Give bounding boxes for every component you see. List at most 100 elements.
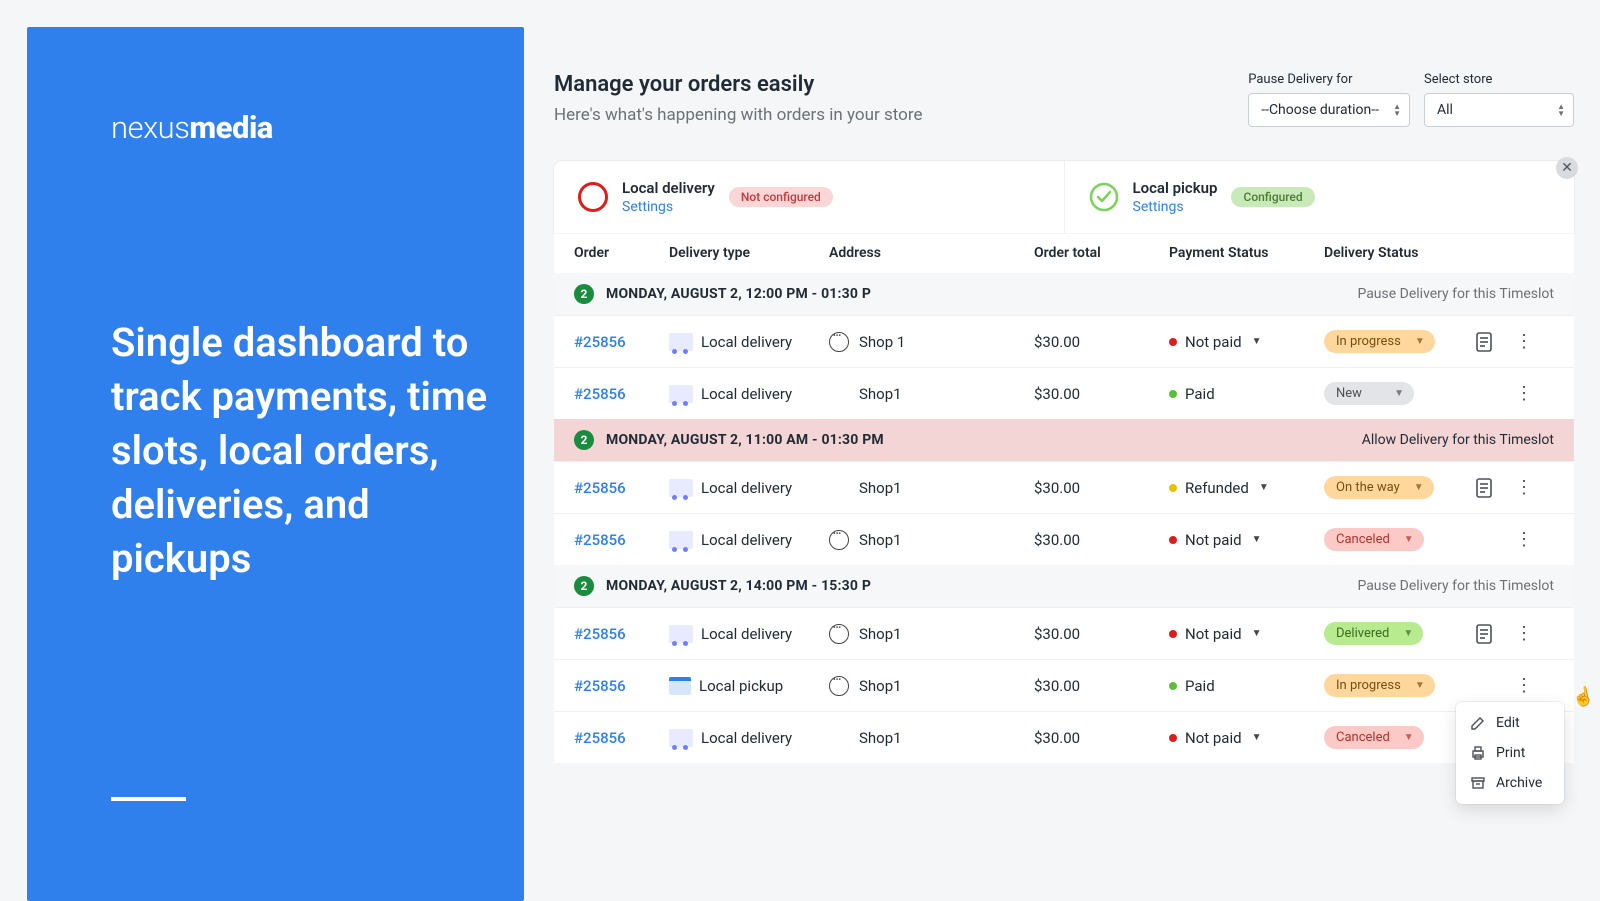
delivery-status-select[interactable]: Canceled▼: [1324, 726, 1424, 749]
delivery-status-select[interactable]: Delivered▼: [1324, 622, 1423, 645]
timeslot-group-header: 2MONDAY, AUGUST 2, 14:00 PM - 15:30 PPau…: [554, 565, 1574, 607]
marketing-panel: nexusmedia Single dashboard to track pay…: [27, 27, 524, 901]
pickup-settings-link[interactable]: Settings: [1133, 199, 1218, 215]
delivery-status-select[interactable]: New▼: [1324, 382, 1414, 405]
payment-status-select[interactable]: Refunded ▼: [1169, 479, 1324, 497]
chevron-down-icon: ▼: [1404, 534, 1414, 545]
brand-light: nexus: [111, 109, 189, 146]
order-link[interactable]: #25856: [574, 677, 669, 695]
page-header: Manage your orders easily Here's what's …: [554, 72, 1574, 127]
chat-icon[interactable]: [829, 530, 849, 550]
chevron-down-icon: ▼: [1415, 680, 1425, 691]
timeslot-pause-toggle[interactable]: Pause Delivery for this Timeslot: [1357, 286, 1554, 302]
order-total: $30.00: [1034, 531, 1169, 549]
delivery-status-select[interactable]: In progress▼: [1324, 330, 1435, 353]
local-pickup-config: Local pickup Settings Configured: [1064, 161, 1575, 233]
group-timeslot-label: MONDAY, AUGUST 2, 14:00 PM - 15:30 P: [606, 578, 871, 594]
order-total: $30.00: [1034, 385, 1169, 403]
close-icon[interactable]: ✕: [1556, 157, 1578, 179]
chevron-down-icon: ▼: [1394, 388, 1404, 399]
row-actions-menu[interactable]: ⋮: [1504, 675, 1544, 696]
action-edit[interactable]: Edit: [1460, 708, 1560, 738]
row-actions-menu[interactable]: ⋮: [1504, 383, 1544, 404]
address-cell: Shop1: [829, 624, 1034, 644]
address-cell: Shop1: [829, 479, 1034, 497]
payment-status-select[interactable]: Not paid ▼: [1169, 729, 1324, 747]
configured-icon: [1089, 182, 1119, 212]
pause-select-label: Pause Delivery for: [1248, 72, 1410, 87]
chevron-down-icon: ▼: [1252, 628, 1262, 639]
store-select-value: All: [1437, 102, 1453, 118]
order-total: $30.00: [1034, 729, 1169, 747]
document-icon[interactable]: [1464, 332, 1504, 352]
delivery-type-cell: Local delivery: [669, 479, 829, 497]
row-actions-menu[interactable]: ⋮: [1504, 529, 1544, 550]
truck-icon: [669, 625, 693, 643]
chevron-updown-icon: ▲▼: [1393, 103, 1401, 117]
delivery-status-select[interactable]: In progress▼: [1324, 674, 1435, 697]
timeslot-group-header: 2 MONDAY, AUGUST 2, 12:00 PM - 01:30 P Pau…: [554, 273, 1574, 315]
group-count-badge: 2: [574, 284, 594, 304]
row-actions-menu[interactable]: ⋮: [1504, 331, 1544, 352]
payment-status-select[interactable]: Not paid ▼: [1169, 625, 1324, 643]
delivery-settings-link[interactable]: Settings: [622, 199, 715, 215]
address-cell: Shop1: [829, 729, 1034, 747]
address-cell: Shop1: [829, 385, 1034, 403]
chevron-updown-icon: ▲▼: [1557, 103, 1565, 117]
payment-status-select[interactable]: Not paid ▼: [1169, 531, 1324, 549]
local-delivery-config: Local delivery Settings Not configured: [554, 161, 1064, 233]
config-status-bar: ✕ Local delivery Settings Not configured…: [554, 161, 1574, 233]
col-delivery-status: Delivery Status: [1324, 245, 1554, 261]
status-badge: Not configured: [729, 187, 833, 207]
timeslot-pause-toggle[interactable]: Allow Delivery for this Timeslot: [1362, 432, 1554, 448]
action-archive[interactable]: Archive: [1460, 768, 1560, 798]
truck-icon: [669, 333, 693, 351]
delivery-type-cell: Local delivery: [669, 333, 829, 351]
order-total: $30.00: [1034, 479, 1169, 497]
status-dot-icon: [1169, 390, 1177, 398]
delivery-type-cell: Local delivery: [669, 729, 829, 747]
order-link[interactable]: #25856: [574, 385, 669, 403]
chat-icon[interactable]: [829, 332, 849, 352]
pause-select-value: --Choose duration--: [1261, 102, 1379, 118]
document-icon[interactable]: [1464, 478, 1504, 498]
delivery-type-cell: Local delivery: [669, 625, 829, 643]
status-dot-icon: [1169, 682, 1177, 690]
row-actions-menu[interactable]: ⋮: [1504, 623, 1544, 644]
row-actions-menu[interactable]: ⋮: [1504, 477, 1544, 498]
group-timeslot-label: MONDAY, AUGUST 2, 12:00 PM - 01:30 P: [606, 286, 871, 302]
order-total: $30.00: [1034, 333, 1169, 351]
chat-icon[interactable]: [829, 676, 849, 696]
chevron-down-icon: ▼: [1252, 732, 1262, 743]
payment-status-select[interactable]: Not paid ▼: [1169, 333, 1324, 351]
table-row: #25856Local deliveryShop 1$30.00Not paid…: [554, 315, 1574, 367]
chevron-down-icon: ▼: [1259, 482, 1269, 493]
brand-logo: nexusmedia: [111, 109, 524, 146]
status-dot-icon: [1169, 536, 1177, 544]
chat-icon[interactable]: [829, 624, 849, 644]
unconfigured-icon: [578, 182, 608, 212]
truck-icon: [669, 729, 693, 747]
document-icon[interactable]: [1464, 624, 1504, 644]
address-cell: Shop 1: [829, 332, 1034, 352]
chevron-down-icon: ▼: [1414, 482, 1424, 493]
order-link[interactable]: #25856: [574, 479, 669, 497]
order-link[interactable]: #25856: [574, 729, 669, 747]
order-link[interactable]: #25856: [574, 531, 669, 549]
table-row: #25856Local deliveryShop1$30.00Not paid …: [554, 711, 1574, 763]
pause-duration-select[interactable]: --Choose duration-- ▲▼: [1248, 93, 1410, 127]
action-print[interactable]: Print: [1460, 738, 1560, 768]
group-count-badge: 2: [574, 430, 594, 450]
timeslot-pause-toggle[interactable]: Pause Delivery for this Timeslot: [1357, 578, 1554, 594]
address-cell: Shop1: [829, 676, 1034, 696]
table-row: #25856Local deliveryShop1$30.00Not paid …: [554, 607, 1574, 659]
pickup-config-title: Local pickup: [1133, 179, 1218, 197]
delivery-status-select[interactable]: On the way▼: [1324, 476, 1434, 499]
status-dot-icon: [1169, 484, 1177, 492]
table-row: #25856Local deliveryShop1$30.00Not paid …: [554, 513, 1574, 565]
order-link[interactable]: #25856: [574, 333, 669, 351]
order-total: $30.00: [1034, 625, 1169, 643]
store-select[interactable]: All ▲▼: [1424, 93, 1574, 127]
delivery-status-select[interactable]: Canceled▼: [1324, 528, 1424, 551]
order-link[interactable]: #25856: [574, 625, 669, 643]
